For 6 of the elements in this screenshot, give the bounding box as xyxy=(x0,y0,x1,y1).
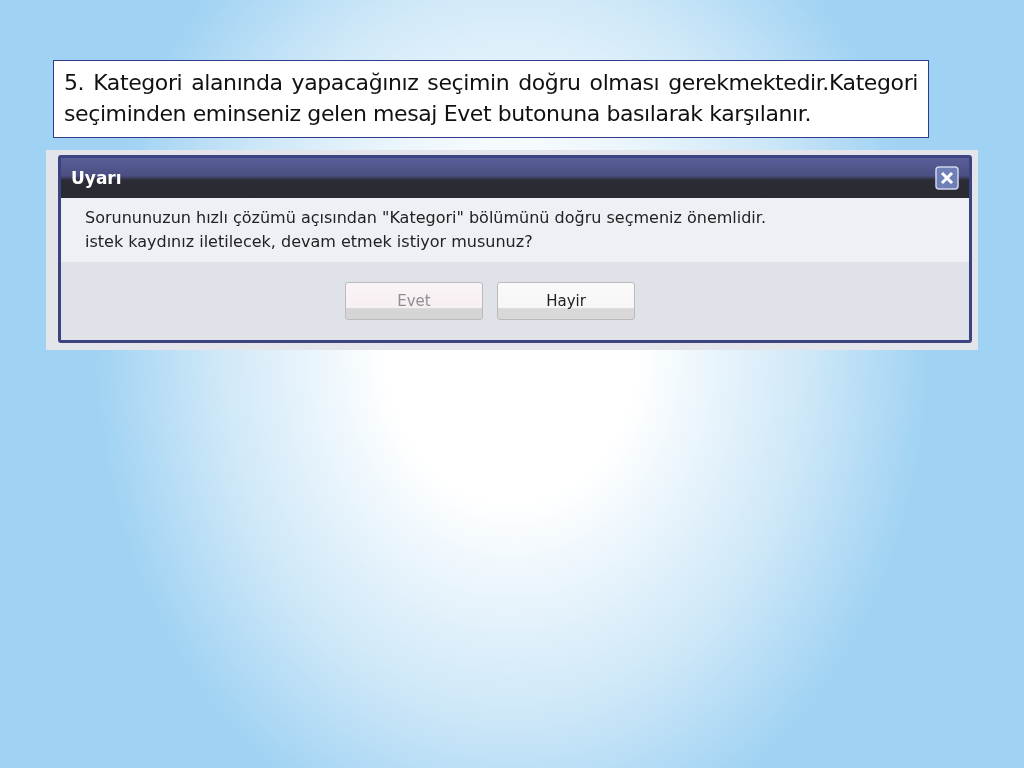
dialog-button[interactable]: Hayir xyxy=(497,282,635,320)
close-icon[interactable] xyxy=(935,166,959,190)
dialog-title: Uyarı xyxy=(71,168,122,188)
message-text: istek kaydınız iletilecek, devam etmek istiyor musunuz? xyxy=(85,231,534,253)
slide-text: 5. Kategori alanında yapacağınız seçimin doğru olması gerekmektedir.Kategori seçiminden eminseniz gelen mesaj Evet butonuna basılarak karşılanır. xyxy=(64,69,918,128)
message-text: Sorununuzun hızlı çözümü açısından "Kategori" bölümünü doğru seçmeniz önemlidir. xyxy=(85,207,767,229)
